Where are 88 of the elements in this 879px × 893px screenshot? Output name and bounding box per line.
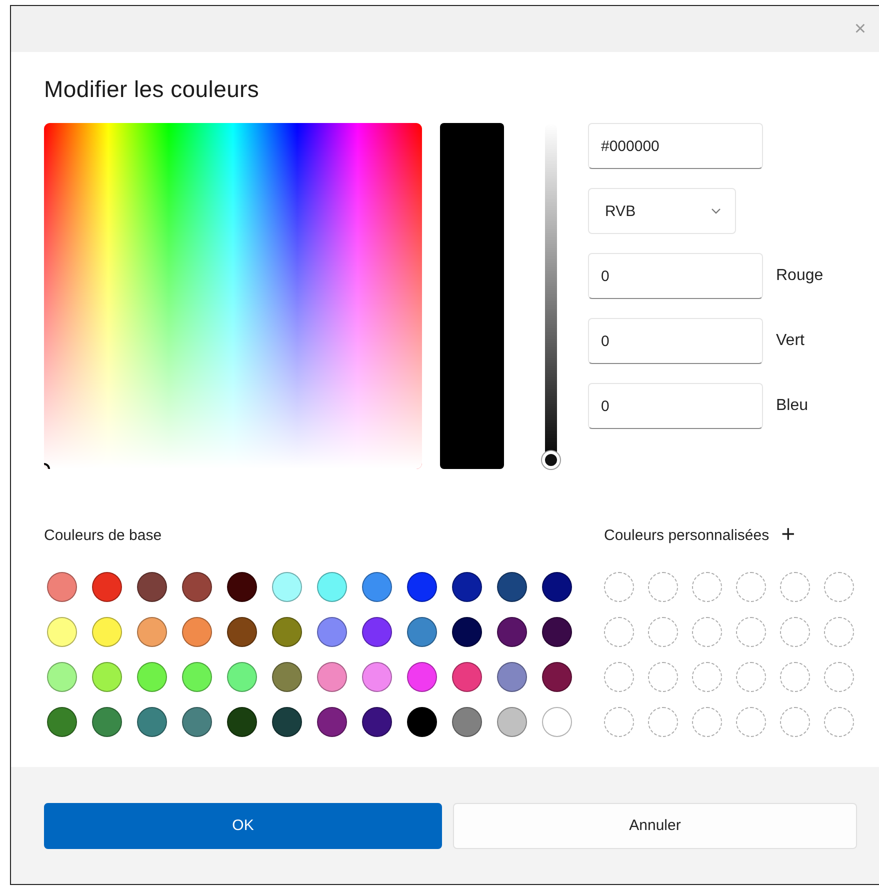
color-swatch[interactable]: [92, 617, 122, 647]
color-swatch[interactable]: [227, 572, 257, 602]
color-swatch[interactable]: [452, 662, 482, 692]
custom-color-slot[interactable]: [736, 662, 766, 692]
color-swatch[interactable]: [47, 662, 77, 692]
color-swatch[interactable]: [362, 617, 392, 647]
color-swatch[interactable]: [137, 707, 167, 737]
channel-label: Rouge: [776, 267, 824, 285]
color-swatch[interactable]: [272, 707, 302, 737]
chevron-icon: [711, 208, 721, 214]
color-swatch[interactable]: [407, 617, 437, 647]
color-swatch[interactable]: [362, 707, 392, 737]
dialog-title: Modifier les couleurs: [44, 76, 260, 103]
color-swatch[interactable]: [317, 662, 347, 692]
custom-color-slot[interactable]: [604, 662, 634, 692]
custom-color-slot[interactable]: [692, 572, 722, 602]
channel-label: Vert: [776, 332, 804, 350]
color-swatch[interactable]: [47, 572, 77, 602]
color-swatch[interactable]: [497, 707, 527, 737]
color-swatch[interactable]: [362, 662, 392, 692]
custom-color-slot[interactable]: [604, 617, 634, 647]
color-swatch[interactable]: [362, 572, 392, 602]
channel-label: Bleu: [776, 397, 808, 415]
custom-color-slot[interactable]: [692, 707, 722, 737]
custom-color-slot[interactable]: [824, 662, 854, 692]
color-swatch[interactable]: [137, 617, 167, 647]
section-label: Couleurs de base: [44, 526, 162, 544]
color-swatch[interactable]: [92, 572, 122, 602]
custom-color-slot[interactable]: [824, 617, 854, 647]
color-swatch[interactable]: [182, 617, 212, 647]
custom-color-slot[interactable]: [692, 662, 722, 692]
color-swatch[interactable]: [137, 662, 167, 692]
color-swatch[interactable]: [137, 572, 167, 602]
color-swatch[interactable]: [47, 707, 77, 737]
color-swatch[interactable]: [47, 617, 77, 647]
ok-button[interactable]: OK: [44, 802, 442, 848]
color-swatch[interactable]: [182, 707, 212, 737]
color-swatch[interactable]: [227, 662, 257, 692]
custom-color-slot[interactable]: [736, 617, 766, 647]
color-swatch[interactable]: [542, 662, 572, 692]
custom-color-slot[interactable]: [648, 662, 678, 692]
custom-color-slot[interactable]: [780, 662, 810, 692]
custom-color-slot[interactable]: [824, 572, 854, 602]
hex-field[interactable]: #000000: [588, 123, 763, 169]
color-swatch[interactable]: [452, 572, 482, 602]
channel-field[interactable]: 0: [588, 383, 763, 429]
color-swatch[interactable]: [272, 572, 302, 602]
color-swatch[interactable]: [227, 617, 257, 647]
color-swatch[interactable]: [272, 617, 302, 647]
color-swatch[interactable]: [542, 617, 572, 647]
color-swatch[interactable]: [542, 707, 572, 737]
custom-color-slot[interactable]: [604, 572, 634, 602]
color-swatch[interactable]: [272, 662, 302, 692]
custom-color-slot[interactable]: [648, 707, 678, 737]
color-swatch[interactable]: [497, 617, 527, 647]
color-swatch[interactable]: [317, 707, 347, 737]
custom-color-slot[interactable]: [648, 572, 678, 602]
custom-color-slot[interactable]: [736, 572, 766, 602]
color-swatch[interactable]: [407, 572, 437, 602]
color-swatch[interactable]: [452, 617, 482, 647]
custom-color-slot[interactable]: [604, 707, 634, 737]
color-swatch[interactable]: [182, 662, 212, 692]
color-swatch[interactable]: [542, 572, 572, 602]
custom-color-slot[interactable]: [692, 617, 722, 647]
color-swatch[interactable]: [407, 707, 437, 737]
color-swatch[interactable]: [497, 572, 527, 602]
slider-thumb[interactable]: [542, 451, 560, 469]
color-swatch[interactable]: [407, 662, 437, 692]
color-swatch[interactable]: [92, 707, 122, 737]
section-label: Couleurs personnalisées: [604, 526, 770, 544]
custom-color-slot[interactable]: [780, 617, 810, 647]
add-button[interactable]: +: [777, 523, 800, 547]
color-swatch[interactable]: [92, 662, 122, 692]
custom-color-slot[interactable]: [648, 617, 678, 647]
mode-dropdown[interactable]: RVB: [588, 188, 736, 234]
custom-color-slot[interactable]: [736, 707, 766, 737]
color-swatch[interactable]: [497, 662, 527, 692]
custom-color-slot[interactable]: [780, 707, 810, 737]
custom-color-slot[interactable]: [780, 572, 810, 602]
channel-field[interactable]: 0: [588, 318, 763, 364]
channel-field[interactable]: 0: [588, 253, 763, 299]
custom-color-slot[interactable]: [824, 707, 854, 737]
color-swatch[interactable]: [227, 707, 257, 737]
color-swatch[interactable]: [317, 572, 347, 602]
color-swatch[interactable]: [452, 707, 482, 737]
cancel-button[interactable]: Annuler: [453, 802, 857, 848]
color-swatch[interactable]: [317, 617, 347, 647]
color-swatch[interactable]: [182, 572, 212, 602]
